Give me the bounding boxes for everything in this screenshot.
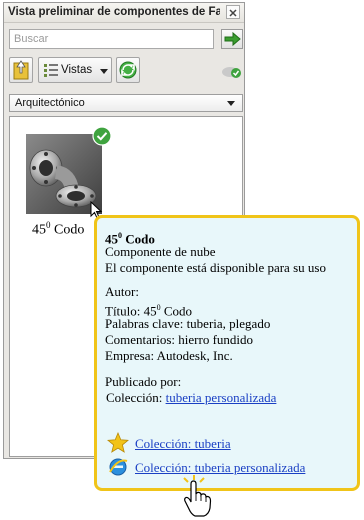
- upload-component-icon: [13, 60, 29, 80]
- available-check-icon: [92, 126, 112, 146]
- title-bar: Vista preliminar de componentes de Fa...: [4, 3, 244, 23]
- tooltip-comments: Comentarios: hierro fundido: [105, 332, 254, 347]
- window-title: Vista preliminar de componentes de Fa...: [8, 6, 220, 18]
- chevron-down-icon: [227, 101, 235, 106]
- tooltip-company: Empresa: Autodesk, Inc.: [105, 348, 233, 363]
- star-icon: [107, 432, 129, 453]
- cloud-status-icon: [222, 67, 241, 78]
- component-tooltip: 450 Codo Componente de nube El component…: [94, 215, 360, 491]
- refresh-button[interactable]: [116, 57, 140, 83]
- tooltip-collection: Colección: tuberia personalizada: [106, 390, 277, 405]
- upload-button[interactable]: [9, 57, 33, 83]
- tooltip-availability: El componente está disponible para su us…: [105, 260, 326, 275]
- toolbar: Vistas: [9, 57, 241, 83]
- collection-link-1[interactable]: Colección: tuberia: [135, 436, 231, 452]
- arrow-right-icon: [224, 31, 241, 47]
- collection-link[interactable]: tuberia personalizada: [166, 390, 277, 405]
- tooltip-author: Autor:: [105, 284, 139, 299]
- tooltip-type: Componente de nube: [105, 244, 216, 259]
- component-name: 450 Codo: [32, 220, 85, 238]
- list-view-icon: [44, 64, 58, 77]
- views-dropdown-button[interactable]: Vistas: [38, 57, 112, 83]
- chevron-down-icon: [100, 69, 108, 74]
- internet-explorer-icon: [109, 458, 128, 476]
- tooltip-published-by: Publicado por:: [105, 374, 182, 389]
- collection-link-2[interactable]: Colección: tuberia personalizada: [135, 460, 305, 476]
- search-go-button[interactable]: [221, 29, 243, 49]
- tooltip-keywords: Palabras clave: tuberia, plegado: [105, 316, 271, 331]
- refresh-icon: [119, 61, 137, 79]
- category-dropdown[interactable]: Arquitectónico: [9, 94, 243, 112]
- close-icon: [229, 9, 237, 17]
- category-selected: Arquitectónico: [15, 97, 85, 109]
- views-label: Vistas: [61, 64, 93, 76]
- close-button[interactable]: [226, 5, 240, 19]
- hand-cursor-icon: [183, 475, 212, 517]
- search-input[interactable]: [9, 29, 214, 49]
